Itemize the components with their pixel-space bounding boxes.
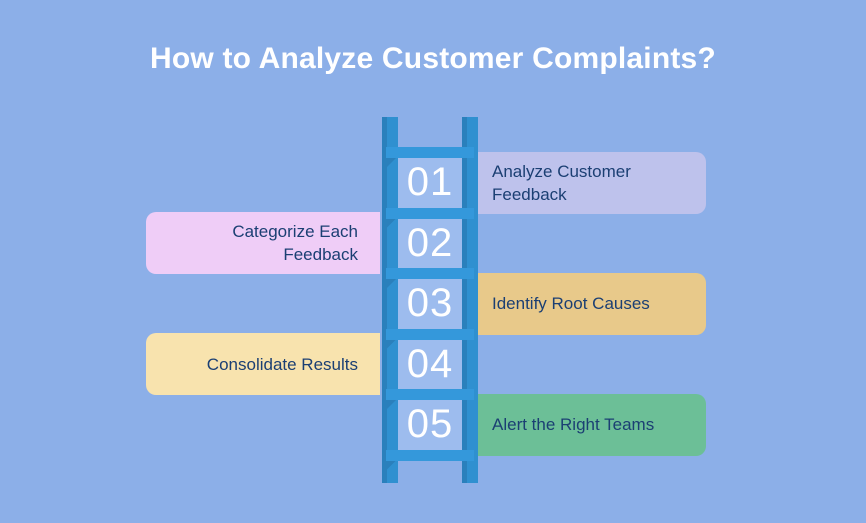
step-number-05: 05 [406, 402, 454, 447]
ladder-rung [386, 207, 474, 219]
step-label-03: Identify Root Causes [470, 272, 706, 335]
ladder-rung [386, 268, 474, 279]
step-label-02: Categorize Each Feedback [146, 212, 380, 275]
infographic-canvas: How to Analyze Customer Complaints? Anal… [0, 0, 866, 523]
ladder-graphic: 01 02 03 04 05 [378, 117, 482, 483]
step-number-01: 01 [406, 160, 454, 205]
ladder-rung [386, 147, 474, 158]
step-number-03: 03 [406, 281, 454, 326]
step-number-04: 04 [406, 341, 454, 386]
page-title: How to Analyze Customer Complaints? [150, 42, 716, 75]
step-label-01: Analyze Customer Feedback [470, 151, 706, 214]
ladder-rung [386, 389, 474, 400]
step-label-04: Consolidate Results [146, 333, 380, 396]
ladder-rung [386, 449, 474, 461]
ladder-rung [386, 328, 474, 340]
step-label-05: Alert the Right Teams [470, 393, 706, 456]
step-number-02: 02 [406, 220, 454, 265]
